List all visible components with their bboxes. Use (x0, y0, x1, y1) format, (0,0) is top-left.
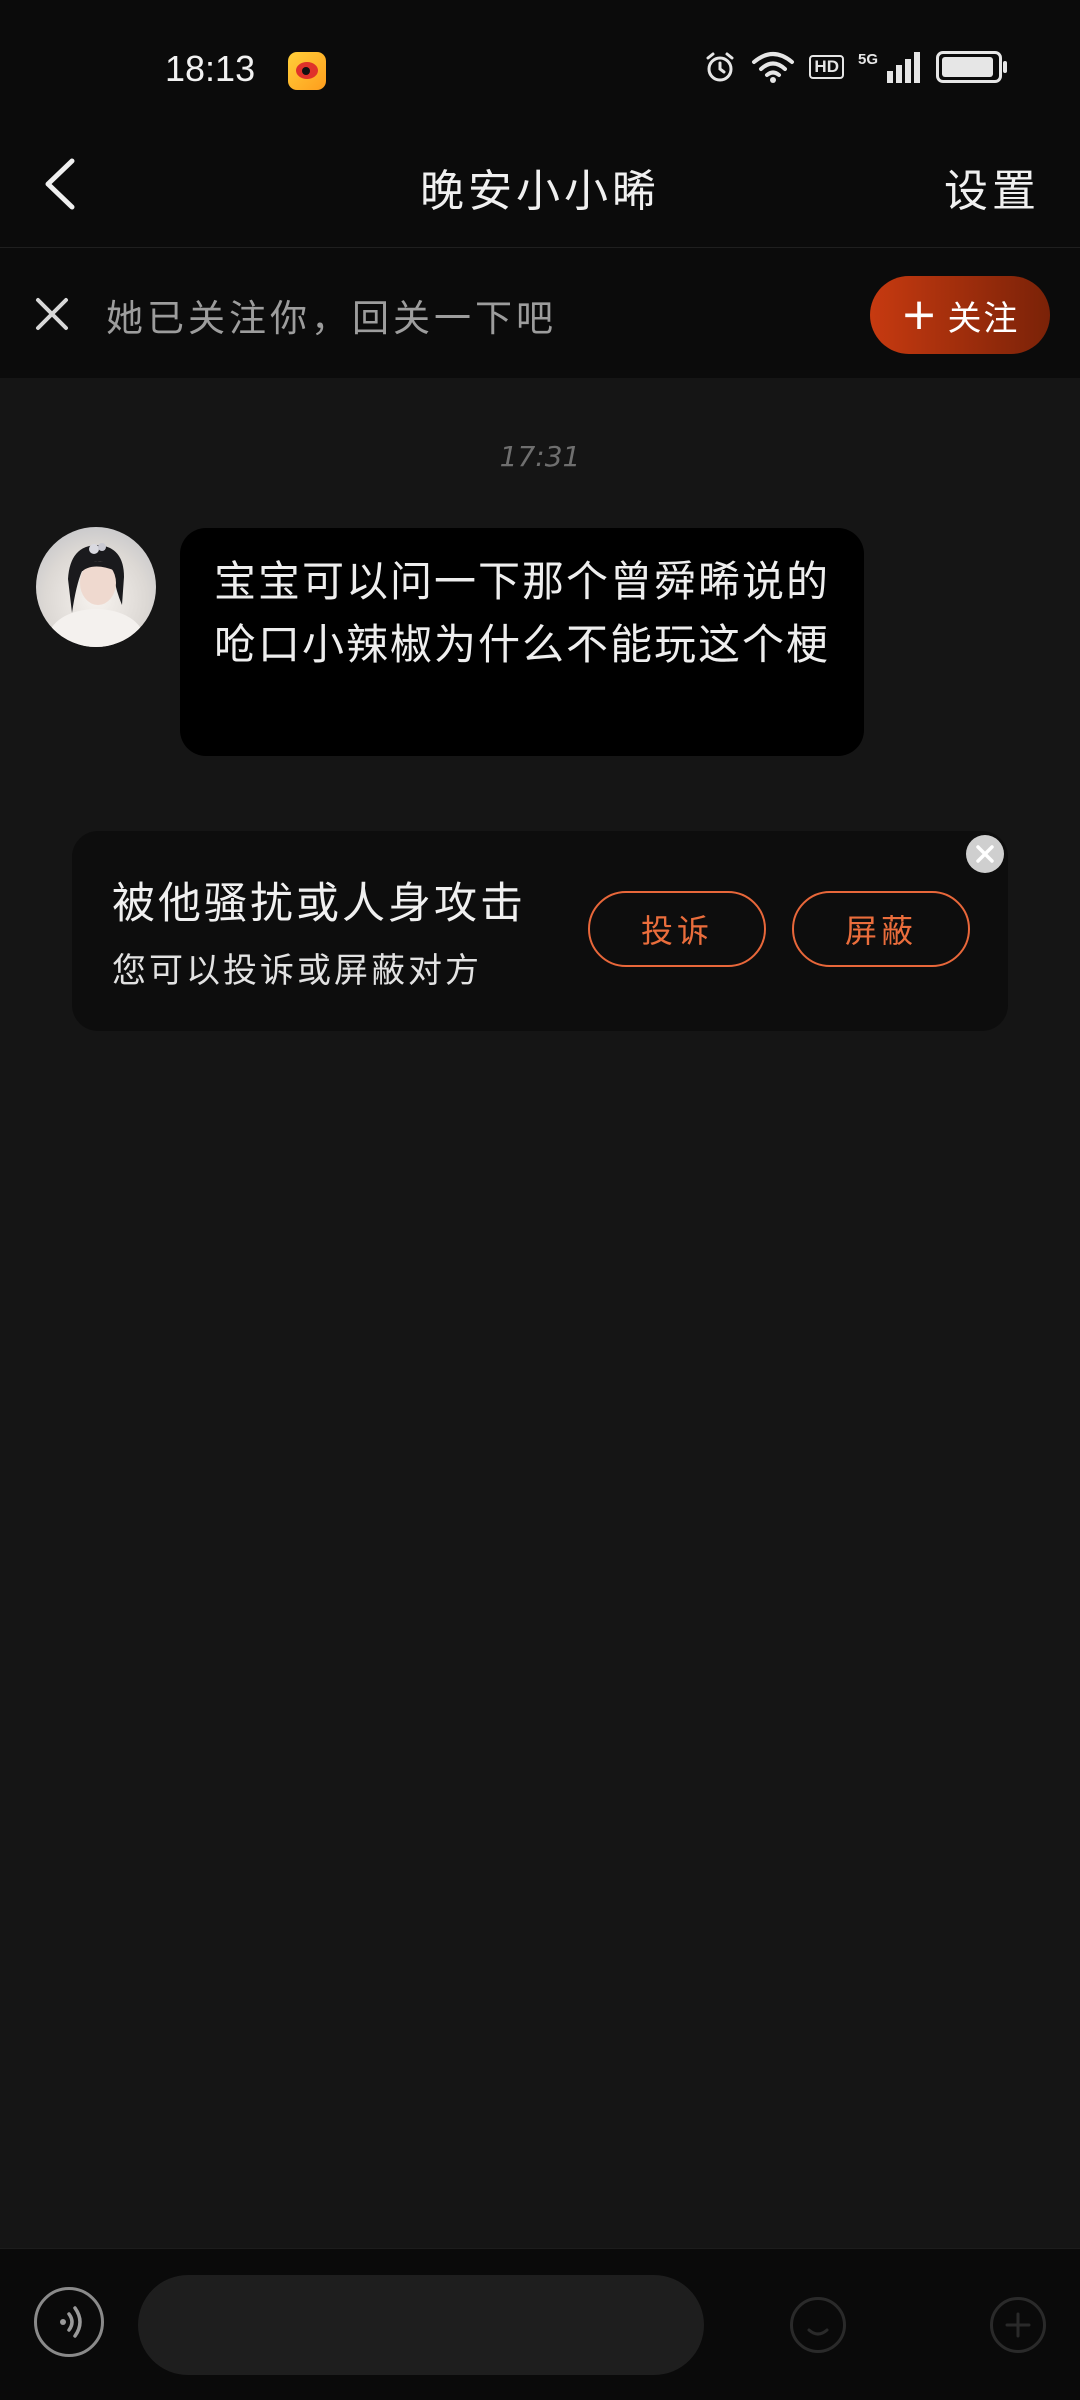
wifi-icon (752, 52, 795, 83)
voice-icon (60, 2306, 82, 2338)
emoji-button[interactable] (790, 2297, 846, 2353)
card-close-button[interactable] (966, 835, 1004, 873)
avatar[interactable] (36, 527, 156, 647)
avatar-portrait (48, 543, 144, 647)
voice-button[interactable] (34, 2287, 104, 2357)
input-bar (0, 2248, 1080, 2400)
plus-icon (1005, 2312, 1031, 2338)
status-icons: HD 5G (703, 50, 1007, 84)
battery-level (942, 57, 993, 77)
page-title: 晚安小小晞 (420, 166, 660, 217)
harassment-prompt-card: 被他骚扰或人身攻击 您可以投诉或屏蔽对方 投诉 屏蔽 (72, 831, 1008, 1031)
follow-button[interactable]: + 关注 (870, 276, 1050, 354)
message-bubble[interactable]: 宝宝可以问一下那个曾舜晞说的呛口小辣椒为什么不能玩这个梗 (180, 528, 864, 756)
chat-screen: 18:13 HD 5G 晚安小小晞 设置 她已关注你，回关一下吧 + 关注 17… (0, 0, 1080, 2400)
follow-back-banner: 她已关注你，回关一下吧 + 关注 (0, 248, 1080, 378)
weibo-icon (288, 52, 326, 90)
harassment-card-subtitle: 您可以投诉或屏蔽对方 (112, 951, 482, 991)
block-button[interactable]: 屏蔽 (792, 891, 970, 967)
message-input[interactable] (138, 2275, 704, 2375)
emoji-icon (807, 2328, 829, 2336)
network-type-label: 5G (857, 50, 878, 68)
message-timestamp: 17:31 (499, 440, 581, 473)
follow-back-prompt: 她已关注你，回关一下吧 (106, 297, 557, 340)
harassment-card-title: 被他骚扰或人身攻击 (112, 879, 526, 929)
message-text: 宝宝可以问一下那个曾舜晞说的呛口小辣椒为什么不能玩这个梗 (214, 557, 831, 669)
signal-icon (887, 52, 920, 83)
banner-close-button[interactable] (28, 290, 76, 338)
status-bar: 18:13 HD 5G (0, 0, 1080, 125)
status-time: 18:13 (165, 48, 256, 89)
plus-icon: + (900, 289, 940, 340)
follow-button-label: 关注 (947, 298, 1020, 339)
close-icon (36, 298, 68, 330)
close-icon (976, 845, 994, 863)
title-bar: 晚安小小晞 设置 (0, 125, 1080, 248)
settings-button[interactable]: 设置 (944, 155, 1040, 219)
report-button[interactable]: 投诉 (588, 891, 766, 967)
alarm-icon (706, 52, 734, 82)
more-button[interactable] (990, 2297, 1046, 2353)
battery-icon (936, 51, 1007, 83)
hd-badge: HD (809, 55, 844, 79)
